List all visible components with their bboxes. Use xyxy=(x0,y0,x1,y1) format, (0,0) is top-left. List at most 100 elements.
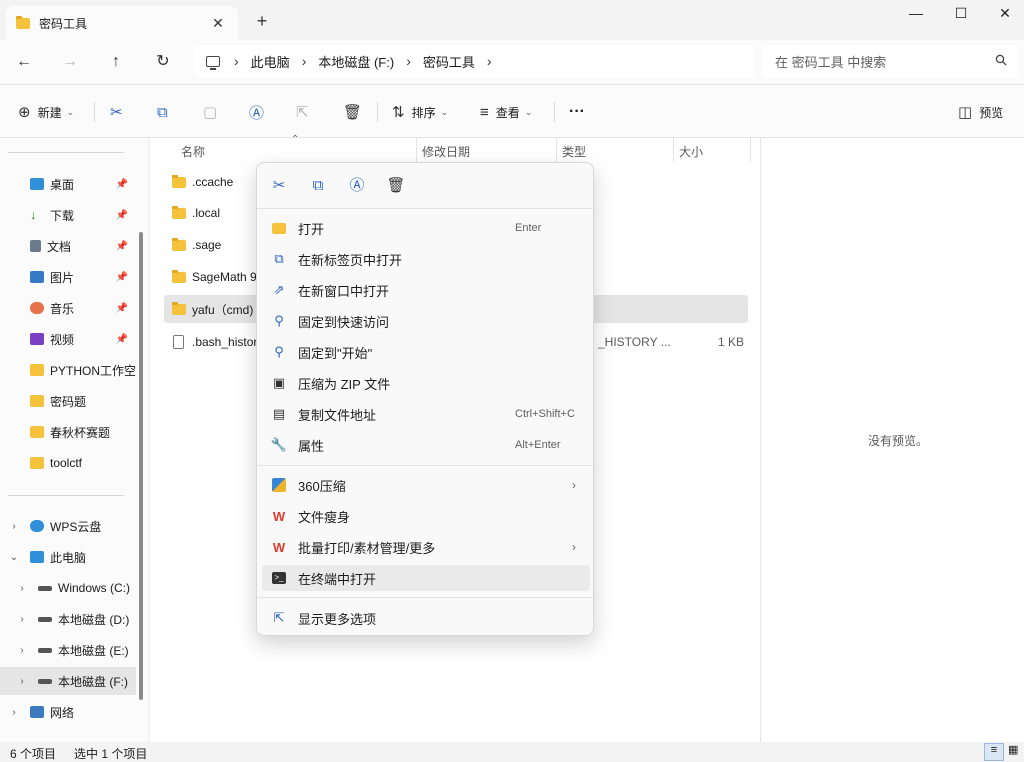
menu-item-360-compress[interactable]: 360压缩 › xyxy=(262,472,590,498)
sort-button[interactable]: ⇅ 排序 ⌄ xyxy=(392,101,448,123)
cut-icon[interactable]: ✂ xyxy=(265,175,293,197)
column-header-date[interactable]: 修改日期 xyxy=(422,140,470,162)
compress-360-icon xyxy=(271,477,287,493)
view-button[interactable]: ≡ 查看 ⌄ xyxy=(480,101,532,123)
maximize-button[interactable]: ☐ xyxy=(938,0,984,28)
column-header-name[interactable]: 名称 xyxy=(181,140,205,162)
sidebar-item-drive-c[interactable]: › Windows (C:) xyxy=(0,574,136,602)
chevron-right-icon[interactable]: › xyxy=(406,53,411,69)
sidebar-item-videos[interactable]: 视频 📌 xyxy=(0,325,136,353)
menu-item-pin-quick-access[interactable]: ⚲ 固定到快速访问 xyxy=(262,308,590,334)
menu-item-open-new-window[interactable]: ⇗ 在新窗口中打开 xyxy=(262,277,590,303)
divider[interactable] xyxy=(673,138,674,162)
pin-icon[interactable]: 📌 xyxy=(116,303,128,314)
sidebar-item-drive-f[interactable]: › 本地磁盘 (F:) xyxy=(0,667,136,695)
chevron-down-icon[interactable]: ⌄ xyxy=(6,552,22,563)
divider xyxy=(8,152,124,153)
chevron-right-icon[interactable]: › xyxy=(14,583,30,594)
divider[interactable] xyxy=(416,138,417,162)
desktop-icon xyxy=(30,178,44,190)
folder-icon xyxy=(30,395,44,407)
folder-icon xyxy=(172,205,186,219)
pin-icon[interactable]: 📌 xyxy=(116,272,128,283)
breadcrumb-this-pc[interactable]: 此电脑 xyxy=(251,52,290,71)
title-bar: 密码工具 ✕ + — ☐ ✕ xyxy=(0,0,1024,40)
sidebar-item-network[interactable]: › 网络 xyxy=(0,698,136,726)
sidebar-item-downloads[interactable]: ↓ 下载 📌 xyxy=(0,201,136,229)
menu-item-pin-start[interactable]: ⚲ 固定到"开始" xyxy=(262,339,590,365)
menu-item-copy-path[interactable]: ▤ 复制文件地址 Ctrl+Shift+C xyxy=(262,401,590,427)
back-arrow-icon[interactable]: ← xyxy=(9,48,39,76)
chevron-right-icon[interactable]: › xyxy=(234,53,239,69)
sidebar-item-crypto[interactable]: 密码题 xyxy=(0,387,136,415)
tab-close-icon[interactable]: ✕ xyxy=(208,15,228,32)
column-header-type[interactable]: 类型 xyxy=(562,140,586,162)
sidebar-item-python[interactable]: PYTHON工作空 xyxy=(0,356,136,384)
refresh-icon[interactable]: ↻ xyxy=(148,48,178,76)
pin-icon[interactable]: 📌 xyxy=(116,179,128,190)
sidebar-item-music[interactable]: 音乐 📌 xyxy=(0,294,136,322)
chevron-right-icon[interactable]: › xyxy=(14,614,30,625)
pin-icon[interactable]: 📌 xyxy=(116,241,128,252)
minimize-button[interactable]: — xyxy=(893,0,939,28)
menu-item-open[interactable]: 打开 Enter xyxy=(262,215,590,241)
menu-item-show-more[interactable]: ⇱ 显示更多选项 xyxy=(262,605,590,631)
folder-icon xyxy=(271,220,287,236)
divider xyxy=(257,208,593,209)
divider[interactable] xyxy=(556,138,557,162)
breadcrumb-drive-f[interactable]: 本地磁盘 (F:) xyxy=(318,52,394,71)
sort-ascending-icon: ⌃ xyxy=(291,134,300,145)
breadcrumb-folder[interactable]: 密码工具 xyxy=(423,52,475,71)
delete-button[interactable]: 🗑 xyxy=(343,101,369,123)
address-bar[interactable]: › 此电脑 › 本地磁盘 (F:) › 密码工具 › xyxy=(194,45,755,77)
cut-button[interactable]: ✂ xyxy=(110,101,130,123)
chevron-right-icon[interactable]: › xyxy=(14,676,30,687)
sidebar-item-desktop[interactable]: 桌面 📌 xyxy=(0,170,136,198)
new-tab-button[interactable]: + xyxy=(250,10,274,34)
divider[interactable] xyxy=(750,138,751,162)
menu-item-open-new-tab[interactable]: ⧉ 在新标签页中打开 xyxy=(262,246,590,272)
sidebar-item-documents[interactable]: 文档 📌 xyxy=(0,232,136,260)
chevron-right-icon: › xyxy=(572,540,576,554)
tab-active[interactable]: 密码工具 ✕ xyxy=(6,6,238,40)
copy-icon[interactable]: ⧉ xyxy=(304,175,332,197)
menu-item-open-terminal[interactable]: >_ 在终端中打开 xyxy=(262,565,590,591)
more-options-button[interactable]: ··· xyxy=(569,101,585,123)
details-view-icon[interactable]: ≡ xyxy=(984,743,1004,761)
sidebar-scrollbar[interactable] xyxy=(139,232,143,700)
search-input[interactable]: 在 密码工具 中搜索 xyxy=(763,45,1019,77)
column-header-size[interactable]: 大小 xyxy=(679,140,703,162)
sidebar-item-drive-d[interactable]: › 本地磁盘 (D:) xyxy=(0,605,136,633)
chevron-right-icon[interactable]: › xyxy=(14,645,30,656)
sidebar-item-chunqiu[interactable]: 春秋杯赛题 xyxy=(0,418,136,446)
rename-icon[interactable]: Ⓐ xyxy=(343,175,371,197)
share-button[interactable]: ⇱ xyxy=(296,101,316,123)
sidebar-item-drive-e[interactable]: › 本地磁盘 (E:) xyxy=(0,636,136,664)
paste-button[interactable]: ▢ xyxy=(203,101,224,123)
chevron-right-icon[interactable]: › xyxy=(487,53,492,69)
pin-icon[interactable]: 📌 xyxy=(116,334,128,345)
sidebar-item-pictures[interactable]: 图片 📌 xyxy=(0,263,136,291)
forward-arrow-icon[interactable]: → xyxy=(55,48,85,76)
menu-item-wps-batch[interactable]: W 批量打印/素材管理/更多 › xyxy=(262,534,590,560)
trash-icon[interactable]: 🗑 xyxy=(382,175,410,197)
download-icon: ↓ xyxy=(30,207,37,222)
new-button[interactable]: ⊕ 新建 ⌄ xyxy=(18,101,74,123)
preview-pane-button[interactable]: ◫ 预览 xyxy=(958,101,1003,123)
chevron-right-icon[interactable]: › xyxy=(6,521,22,532)
menu-item-compress-zip[interactable]: ▣ 压缩为 ZIP 文件 xyxy=(262,370,590,396)
rename-button[interactable]: Ⓐ xyxy=(249,101,271,123)
menu-item-file-slim[interactable]: W 文件瘦身 xyxy=(262,503,590,529)
copy-button[interactable]: ⧉ xyxy=(157,101,175,123)
menu-item-properties[interactable]: 🔧 属性 Alt+Enter xyxy=(262,432,590,458)
sidebar-item-this-pc[interactable]: ⌄ 此电脑 xyxy=(0,543,136,571)
chevron-right-icon[interactable]: › xyxy=(302,53,307,69)
chevron-right-icon[interactable]: › xyxy=(6,707,22,718)
folder-icon xyxy=(30,364,44,376)
pin-icon[interactable]: 📌 xyxy=(116,210,128,221)
up-arrow-icon[interactable]: ↑ xyxy=(101,48,131,76)
close-window-button[interactable]: ✕ xyxy=(982,0,1024,28)
sidebar-item-toolctf[interactable]: toolctf xyxy=(0,449,136,477)
tiles-view-icon[interactable]: ▦ xyxy=(1008,743,1018,756)
sidebar-item-wps-cloud[interactable]: › WPS云盘 xyxy=(0,512,136,540)
